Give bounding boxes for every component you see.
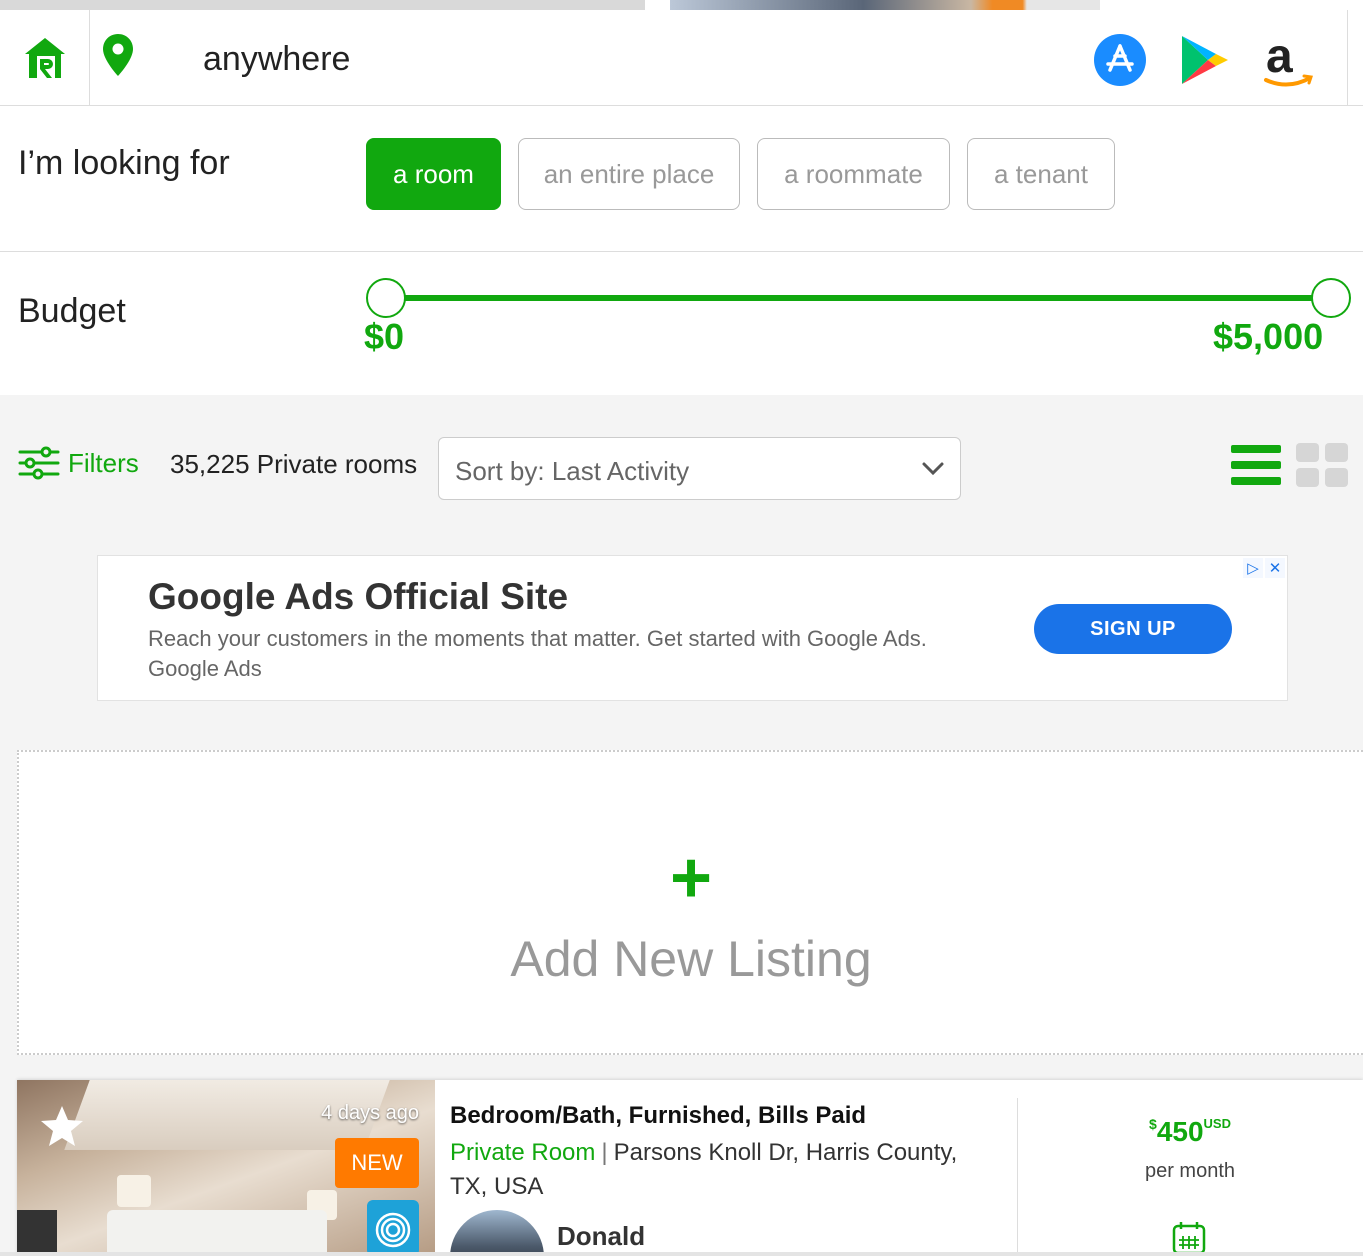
filters-icon <box>18 446 60 480</box>
plus-icon: + <box>669 838 713 918</box>
header: anywhere a <box>0 10 1363 106</box>
budget-label: Budget <box>18 292 126 330</box>
home-logo-button[interactable] <box>0 10 90 105</box>
result-count: 35,225 Private rooms <box>170 449 418 479</box>
list-view-icon[interactable] <box>1231 443 1281 487</box>
svg-text:a: a <box>1266 32 1293 83</box>
listing-price: $450USD <box>1017 1116 1363 1148</box>
location-text[interactable]: anywhere <box>203 40 350 79</box>
price-period: per month <box>1144 1160 1236 1182</box>
add-new-listing-card[interactable]: + Add New Listing <box>17 750 1363 1055</box>
photo-furniture <box>17 1210 57 1256</box>
sort-label: Sort by: Last Activity <box>455 456 690 486</box>
price-amount: 450 <box>1156 1116 1204 1147</box>
ad-signup-button[interactable]: SIGN UP <box>1034 604 1232 654</box>
ad-choices-icon[interactable]: ▷ <box>1243 558 1263 578</box>
add-listing-label: Add New Listing <box>510 931 872 987</box>
type-button-entire-place[interactable]: an entire place <box>518 138 740 210</box>
calendar-icon[interactable] <box>1171 1220 1207 1256</box>
price-currency-symbol: $ <box>1149 1116 1157 1132</box>
filters-label: Filters <box>68 447 139 478</box>
listing-room-type: Private Room <box>450 1139 596 1166</box>
background-strip-gray <box>0 0 645 10</box>
type-button-tenant[interactable]: a tenant <box>967 138 1115 210</box>
ad-brand: Google Ads <box>148 656 262 681</box>
listing-photo[interactable]: 4 days ago NEW <box>17 1080 435 1256</box>
listing-owner-name[interactable]: Donald <box>557 1221 645 1252</box>
price-unit: USD <box>1203 1116 1231 1131</box>
photo-bed <box>107 1210 327 1256</box>
header-divider <box>1347 10 1348 105</box>
filters-button[interactable]: Filters <box>18 446 139 480</box>
bottom-edge <box>0 1252 1363 1256</box>
budget-max-value: $5,000 <box>1213 316 1324 357</box>
background-strip-photo <box>670 0 1100 10</box>
google-play-icon[interactable] <box>1176 32 1232 88</box>
grid-view-icon[interactable] <box>1296 443 1348 487</box>
search-type-label: I’m looking for <box>18 144 230 182</box>
ad-description: Reach your customers in the moments that… <box>148 626 927 651</box>
type-button-room[interactable]: a room <box>366 138 501 210</box>
budget-min-value: $0 <box>364 316 405 357</box>
ad-banner[interactable]: Google Ads Official Site Reach your cust… <box>97 555 1288 701</box>
chevron-down-icon <box>922 462 944 476</box>
listing-subtitle: Private Room | Parsons Knoll Dr, Harris Co… <box>450 1136 990 1204</box>
favorite-star-icon[interactable] <box>37 1102 87 1152</box>
ad-close-icon[interactable]: ✕ <box>1265 558 1285 578</box>
ad-choices[interactable]: ▷ ✕ <box>1243 558 1285 578</box>
search-type-section: I’m looking for a room an entire place a… <box>0 106 1363 252</box>
new-badge: NEW <box>335 1138 419 1188</box>
background-page-strip <box>0 0 1363 10</box>
budget-max-handle[interactable] <box>1311 278 1351 318</box>
listing-title[interactable]: Bedroom/Bath, Furnished, Bills Paid <box>450 1102 866 1130</box>
ad-title[interactable]: Google Ads Official Site <box>148 576 568 618</box>
fingerprint-icon <box>367 1200 419 1256</box>
budget-min-handle[interactable] <box>366 278 406 318</box>
avatar[interactable] <box>450 1210 544 1256</box>
app-store-icon[interactable] <box>1092 32 1148 88</box>
budget-section: Budget $0 $5,000 <box>0 252 1363 395</box>
amazon-icon[interactable]: a <box>1258 30 1314 88</box>
listing-separator: | <box>601 1139 608 1166</box>
photo-lamp <box>117 1175 151 1207</box>
listing-card[interactable]: 4 days ago NEW Bedroom/Bath, Furnished, … <box>17 1080 1363 1256</box>
roomster-logo-icon <box>24 37 65 78</box>
budget-slider-track[interactable] <box>386 295 1332 301</box>
location-pin-icon[interactable] <box>100 32 140 82</box>
listing-posted-time: 4 days ago <box>321 1102 419 1124</box>
sort-select[interactable]: Sort by: Last Activity <box>438 437 961 500</box>
type-button-roommate[interactable]: a roommate <box>757 138 950 210</box>
